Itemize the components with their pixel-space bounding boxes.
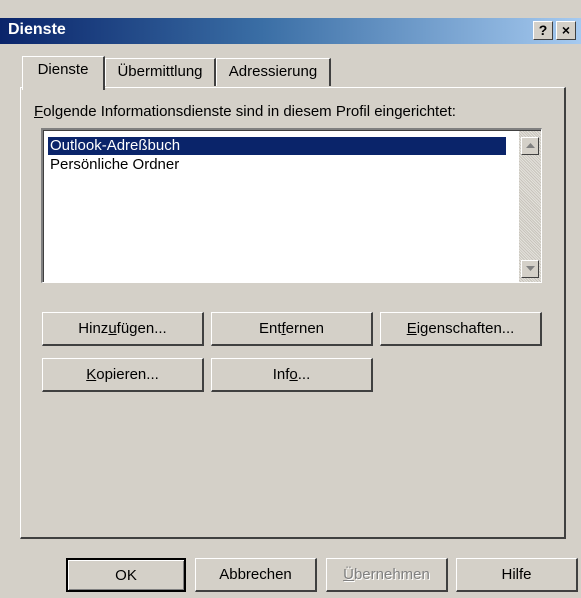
services-label-text: olgende Informationsdienste sind in dies…: [43, 103, 456, 120]
info-label-key: o: [289, 366, 298, 383]
cancel-button[interactable]: Abbrechen: [195, 558, 317, 592]
copy-label-key: K: [86, 366, 97, 383]
services-label: Folgende Informationsdienste sind in die…: [34, 103, 456, 120]
list-item-persoenliche-ordner[interactable]: Persönliche Ordner: [48, 156, 179, 174]
scroll-down-button[interactable]: [521, 260, 539, 278]
help-button[interactable]: ?: [533, 21, 553, 40]
arrow-up-icon: [526, 143, 535, 148]
list-item-outlook-adressbuch[interactable]: Outlook-Adreßbuch: [48, 137, 506, 155]
arrow-down-icon: [526, 266, 535, 271]
add-label-pre: Hinz: [78, 320, 109, 337]
copy-button[interactable]: Kopieren...: [42, 358, 204, 392]
remove-label-post: ernen: [285, 320, 325, 337]
remove-label-pre: Ent: [258, 320, 282, 337]
info-label-pre: Inf: [272, 366, 290, 383]
tab-uebermittlung[interactable]: Übermittlung: [105, 58, 216, 86]
dialog-window: Dienste ? × Dienste Übermittlung Adressi…: [0, 0, 581, 598]
remove-button[interactable]: Entfernen: [211, 312, 373, 346]
info-button[interactable]: Info...: [211, 358, 373, 392]
tab-dienste[interactable]: Dienste: [22, 56, 105, 90]
properties-button[interactable]: Eigenschaften...: [380, 312, 542, 346]
tab-adressierung[interactable]: Adressierung: [216, 58, 331, 86]
services-label-accesskey: F: [34, 103, 44, 120]
listbox-inner: Outlook-Adreßbuch Persönliche Ordner: [43, 130, 541, 282]
ok-button[interactable]: OK: [66, 558, 186, 592]
title-bar[interactable]: Dienste ? ×: [0, 18, 581, 44]
apply-button[interactable]: Übernehmen: [326, 558, 448, 592]
add-button[interactable]: Hinzufügen...: [42, 312, 204, 346]
scroll-up-button[interactable]: [521, 137, 539, 155]
window-title: Dienste: [8, 21, 66, 38]
add-label-post: fügen...: [116, 320, 167, 337]
apply-label-rest: bernehmen: [353, 566, 430, 583]
vertical-scrollbar[interactable]: [519, 131, 541, 282]
add-label-key: u: [108, 320, 117, 337]
info-label-post: ...: [297, 366, 311, 383]
properties-label-key: E: [406, 320, 417, 337]
help-footer-button[interactable]: Hilfe: [456, 558, 578, 592]
close-button[interactable]: ×: [556, 21, 576, 40]
services-listbox[interactable]: Outlook-Adreßbuch Persönliche Ordner: [41, 128, 542, 283]
properties-label-post: igenschaften...: [416, 320, 515, 337]
apply-label-key: Ü: [343, 566, 354, 583]
copy-label-post: opieren...: [96, 366, 159, 383]
